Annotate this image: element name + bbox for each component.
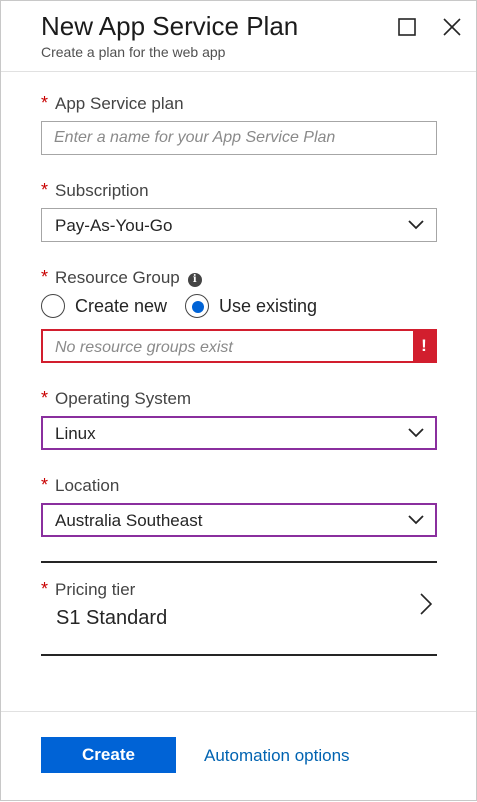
- blade-title: New App Service Plan: [41, 11, 299, 41]
- close-icon: [443, 18, 461, 36]
- blade-footer: Create Automation options: [1, 711, 476, 802]
- app-service-plan-input[interactable]: [42, 122, 436, 154]
- required-marker: *: [41, 579, 49, 599]
- new-app-service-plan-blade: New App Service Plan Create a plan for t…: [0, 0, 477, 801]
- subscription-label: * Subscription: [41, 180, 149, 200]
- operating-system-value: Linux: [55, 424, 96, 443]
- location-dropdown[interactable]: Australia Southeast: [41, 503, 437, 537]
- chevron-down-icon: [408, 515, 424, 525]
- subscription-dropdown[interactable]: Pay-As-You-Go: [41, 208, 437, 242]
- resource-group-dropdown[interactable]: No resource groups exist !: [41, 329, 437, 363]
- app-service-plan-label: * App Service plan: [41, 93, 184, 113]
- resource-group-label: * Resource Group i: [41, 267, 202, 288]
- chevron-right-icon: [420, 593, 432, 615]
- required-marker: *: [41, 267, 49, 287]
- error-icon: !: [413, 331, 435, 361]
- maximize-button[interactable]: [395, 15, 419, 39]
- location-value: Australia Southeast: [55, 511, 203, 530]
- create-new-label: Create new: [75, 296, 168, 316]
- operating-system-dropdown[interactable]: Linux: [41, 416, 437, 450]
- required-marker: *: [41, 93, 49, 113]
- blade-header: New App Service Plan Create a plan for t…: [1, 1, 476, 72]
- app-service-plan-field: [41, 121, 437, 155]
- use-existing-label: Use existing: [219, 296, 318, 316]
- close-button[interactable]: [440, 15, 464, 39]
- pricing-tier-value: S1 Standard: [56, 607, 168, 629]
- required-marker: *: [41, 475, 49, 495]
- chevron-down-icon: [408, 220, 424, 230]
- blade-subtitle: Create a plan for the web app: [41, 44, 226, 60]
- pricing-tier-selector[interactable]: * Pricing tier S1 Standard: [41, 561, 437, 656]
- automation-options-link[interactable]: Automation options: [204, 746, 350, 766]
- radio-circle: [41, 294, 65, 318]
- maximize-icon: [398, 18, 416, 36]
- operating-system-label: * Operating System: [41, 388, 192, 408]
- create-button[interactable]: Create: [41, 737, 176, 773]
- info-icon[interactable]: i: [187, 273, 202, 287]
- radio-selected-dot: [192, 301, 204, 313]
- chevron-down-icon: [408, 428, 424, 438]
- resource-group-placeholder: No resource groups exist: [55, 339, 233, 356]
- pricing-tier-label: * Pricing tier: [41, 579, 136, 599]
- location-label: * Location: [41, 475, 120, 495]
- required-marker: *: [41, 180, 49, 200]
- radio-circle: [185, 294, 209, 318]
- required-marker: *: [41, 388, 49, 408]
- subscription-value: Pay-As-You-Go: [55, 216, 173, 235]
